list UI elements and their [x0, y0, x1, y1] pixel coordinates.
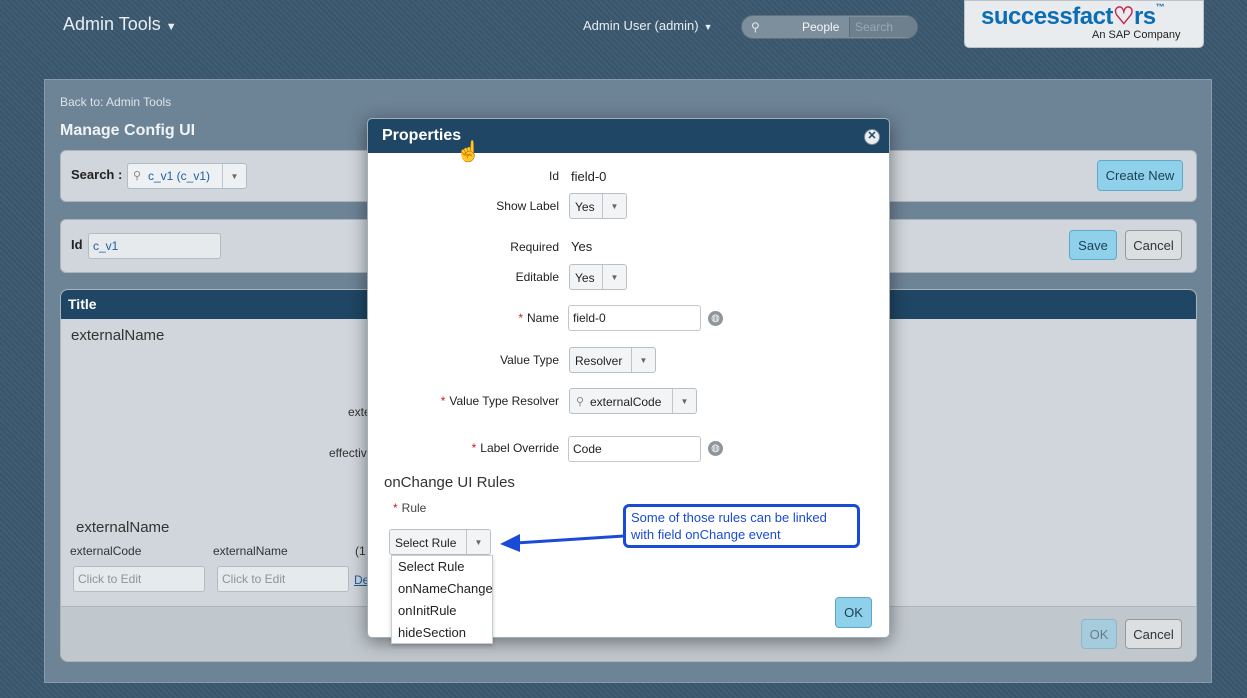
caret-down-icon: ▼ [703, 22, 713, 32]
footer-cancel-button[interactable]: Cancel [1125, 619, 1182, 649]
admin-tools-label: Admin Tools [63, 14, 161, 34]
chevron-down-icon[interactable]: ▼ [466, 530, 490, 554]
show-label-value: Yes [575, 200, 595, 214]
rule-dropdown-list: Select Rule onNameChange onInitRule hide… [391, 555, 493, 644]
editable-value: Yes [575, 271, 595, 285]
search-scope[interactable]: People [802, 20, 839, 34]
click-to-edit-field[interactable]: Click to Edit [73, 566, 205, 592]
column-header: externalCode [70, 544, 142, 558]
annotation-callout: Some of those rules can be linked with f… [623, 504, 860, 548]
required-label: Required [510, 240, 559, 254]
label-override-input[interactable]: Code [568, 436, 701, 462]
admin-user-label: Admin User (admin) [583, 18, 699, 33]
id-input[interactable]: c_v1 [88, 233, 221, 259]
column-header: externalName [213, 544, 288, 558]
rule-select-value: Select Rule [395, 536, 457, 550]
globe-icon[interactable]: ◍ [708, 441, 723, 456]
rule-option[interactable]: hideSection [392, 622, 492, 644]
value-type-resolver-label: * Value Type Resolver [440, 394, 559, 408]
value-type-select[interactable]: Resolver ▼ [569, 347, 656, 373]
logo-subtitle: An SAP Company [1092, 29, 1181, 41]
ok-button[interactable]: OK [835, 597, 872, 628]
name-label: * Name [518, 311, 559, 325]
caret-down-icon: ▼ [165, 21, 177, 33]
value-type-label: Value Type [500, 353, 559, 367]
search-label: Search : [71, 167, 123, 182]
value-type-value: Resolver [575, 354, 623, 368]
column-header: (1 [355, 544, 366, 558]
global-search[interactable]: ⚲ People Search [741, 15, 918, 39]
page-title: Manage Config UI [60, 122, 196, 139]
search-input[interactable]: Search [849, 17, 917, 37]
required-value: Yes [571, 239, 593, 254]
label-override-label: * Label Override [471, 441, 559, 455]
admin-user-menu[interactable]: Admin User (admin) ▼ [583, 18, 713, 33]
callout-arrow [500, 534, 625, 552]
editable-label: Editable [515, 270, 559, 284]
onchange-rules-title: onChange UI Rules [384, 474, 515, 491]
chevron-down-icon[interactable]: ▼ [672, 389, 696, 413]
footer-ok-button[interactable]: OK [1081, 619, 1117, 649]
show-label-label: Show Label [496, 199, 559, 213]
logo-wordmark: successfact♡rs™ [981, 2, 1165, 30]
config-search-select[interactable]: ⚲ c_v1 (c_v1) ▼ [127, 163, 247, 189]
dialog-header: Properties ✕ [368, 119, 889, 153]
rule-option[interactable]: onInitRule [392, 600, 492, 622]
id-field-label: Id [548, 169, 559, 183]
section-heading: externalName [76, 519, 170, 536]
properties-dialog: Properties ✕ ☝ Id field-0 Show Label Yes… [367, 118, 890, 644]
rule-select[interactable]: Select Rule ▼ [389, 529, 491, 555]
config-search-value: c_v1 (c_v1) [148, 169, 211, 183]
globe-icon[interactable]: ◍ [708, 311, 723, 326]
chevron-down-icon[interactable]: ▼ [222, 164, 246, 188]
cancel-button[interactable]: Cancel [1125, 230, 1182, 260]
back-link[interactable]: Back to: Admin Tools [60, 95, 171, 109]
admin-tools-menu[interactable]: Admin Tools ▼ [63, 14, 177, 35]
show-label-select[interactable]: Yes ▼ [569, 193, 627, 219]
dialog-title: Properties [382, 127, 462, 144]
chevron-down-icon[interactable]: ▼ [631, 348, 655, 372]
field-label-partial: effectiv [329, 446, 367, 460]
value-type-resolver-value: externalCode [590, 395, 662, 409]
search-icon: ⚲ [133, 170, 142, 182]
id-label: Id [71, 237, 83, 252]
close-icon[interactable]: ✕ [864, 129, 880, 145]
name-input[interactable]: field-0 [568, 305, 701, 331]
hand-cursor-icon: ☝ [456, 141, 481, 163]
id-field-value: field-0 [571, 169, 607, 184]
rule-option[interactable]: onNameChange [392, 578, 493, 600]
chevron-down-icon[interactable]: ▼ [602, 194, 626, 218]
value-type-resolver-select[interactable]: ⚲ externalCode ▼ [569, 388, 697, 414]
rule-label: * Rule [393, 501, 427, 515]
create-new-button[interactable]: Create New [1097, 160, 1183, 191]
chevron-down-icon[interactable]: ▼ [602, 265, 626, 289]
logo: successfact♡rs™ An SAP Company [964, 0, 1204, 48]
rule-option[interactable]: Select Rule [392, 556, 492, 578]
save-button[interactable]: Save [1069, 230, 1117, 260]
external-name-heading: externalName [71, 327, 165, 344]
editable-select[interactable]: Yes ▼ [569, 264, 627, 290]
click-to-edit-field[interactable]: Click to Edit [217, 566, 349, 592]
search-icon: ⚲ [576, 396, 585, 408]
search-icon: ⚲ [751, 20, 760, 34]
